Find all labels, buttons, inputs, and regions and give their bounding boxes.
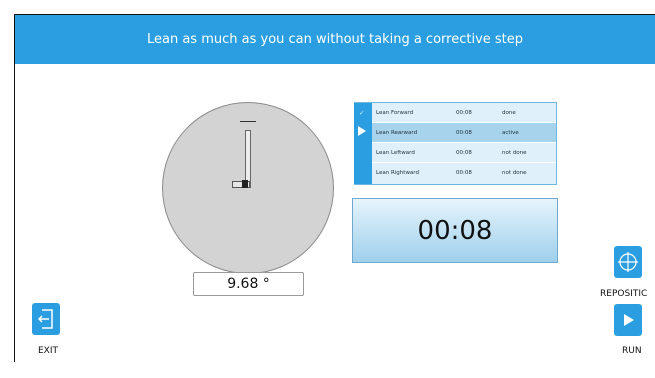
reposition-label: REPOSITIC <box>600 289 648 299</box>
step-name: Lean Forward <box>376 109 414 116</box>
step-row-lean-rearward[interactable]: Lean Rearward 00:08 active <box>372 123 556 142</box>
step-status: not done <box>502 149 527 156</box>
dial-top-tick <box>240 121 256 122</box>
check-icon: ✓ <box>359 109 365 117</box>
step-row-lean-forward[interactable]: Lean Forward 00:08 done <box>372 103 556 122</box>
run-button[interactable] <box>614 304 642 336</box>
instruction-header: Lean as much as you can without taking a… <box>15 15 655 64</box>
angle-readout: 9.68 ° <box>193 272 304 296</box>
step-time: 00:08 <box>456 129 472 136</box>
step-row-lean-leftward[interactable]: Lean Leftward 00:08 not done <box>372 143 556 162</box>
lean-dial <box>162 102 334 274</box>
screen-frame-top <box>0 0 655 14</box>
timer-display: 00:08 <box>352 198 558 263</box>
step-time: 00:08 <box>456 149 472 156</box>
step-time: 00:08 <box>456 109 472 116</box>
run-label: RUN <box>622 346 642 356</box>
step-name: Lean Rightward <box>376 169 419 176</box>
screen-frame-bottom <box>0 362 655 378</box>
step-name: Lean Rearward <box>376 129 418 136</box>
step-status: active <box>502 129 519 136</box>
lean-indicator-marker <box>242 180 248 188</box>
step-name: Lean Leftward <box>376 149 415 156</box>
exit-label: EXIT <box>38 346 59 356</box>
instruction-text: Lean as much as you can without taking a… <box>146 32 524 47</box>
step-status: done <box>502 109 516 116</box>
exit-door-icon <box>37 309 53 329</box>
exit-button[interactable] <box>32 303 60 335</box>
timer-value: 00:08 <box>417 215 493 246</box>
reposition-button[interactable] <box>614 246 642 278</box>
frame-border-left <box>14 14 15 362</box>
crosshair-icon <box>618 252 638 272</box>
step-row-lean-rightward[interactable]: Lean Rightward 00:08 not done <box>372 163 556 182</box>
play-icon <box>624 314 634 326</box>
step-status: not done <box>502 169 527 176</box>
screen-frame-left <box>0 0 14 378</box>
angle-value: 9.68 ° <box>227 276 270 292</box>
play-marker-icon <box>358 126 366 136</box>
step-time: 00:08 <box>456 169 472 176</box>
